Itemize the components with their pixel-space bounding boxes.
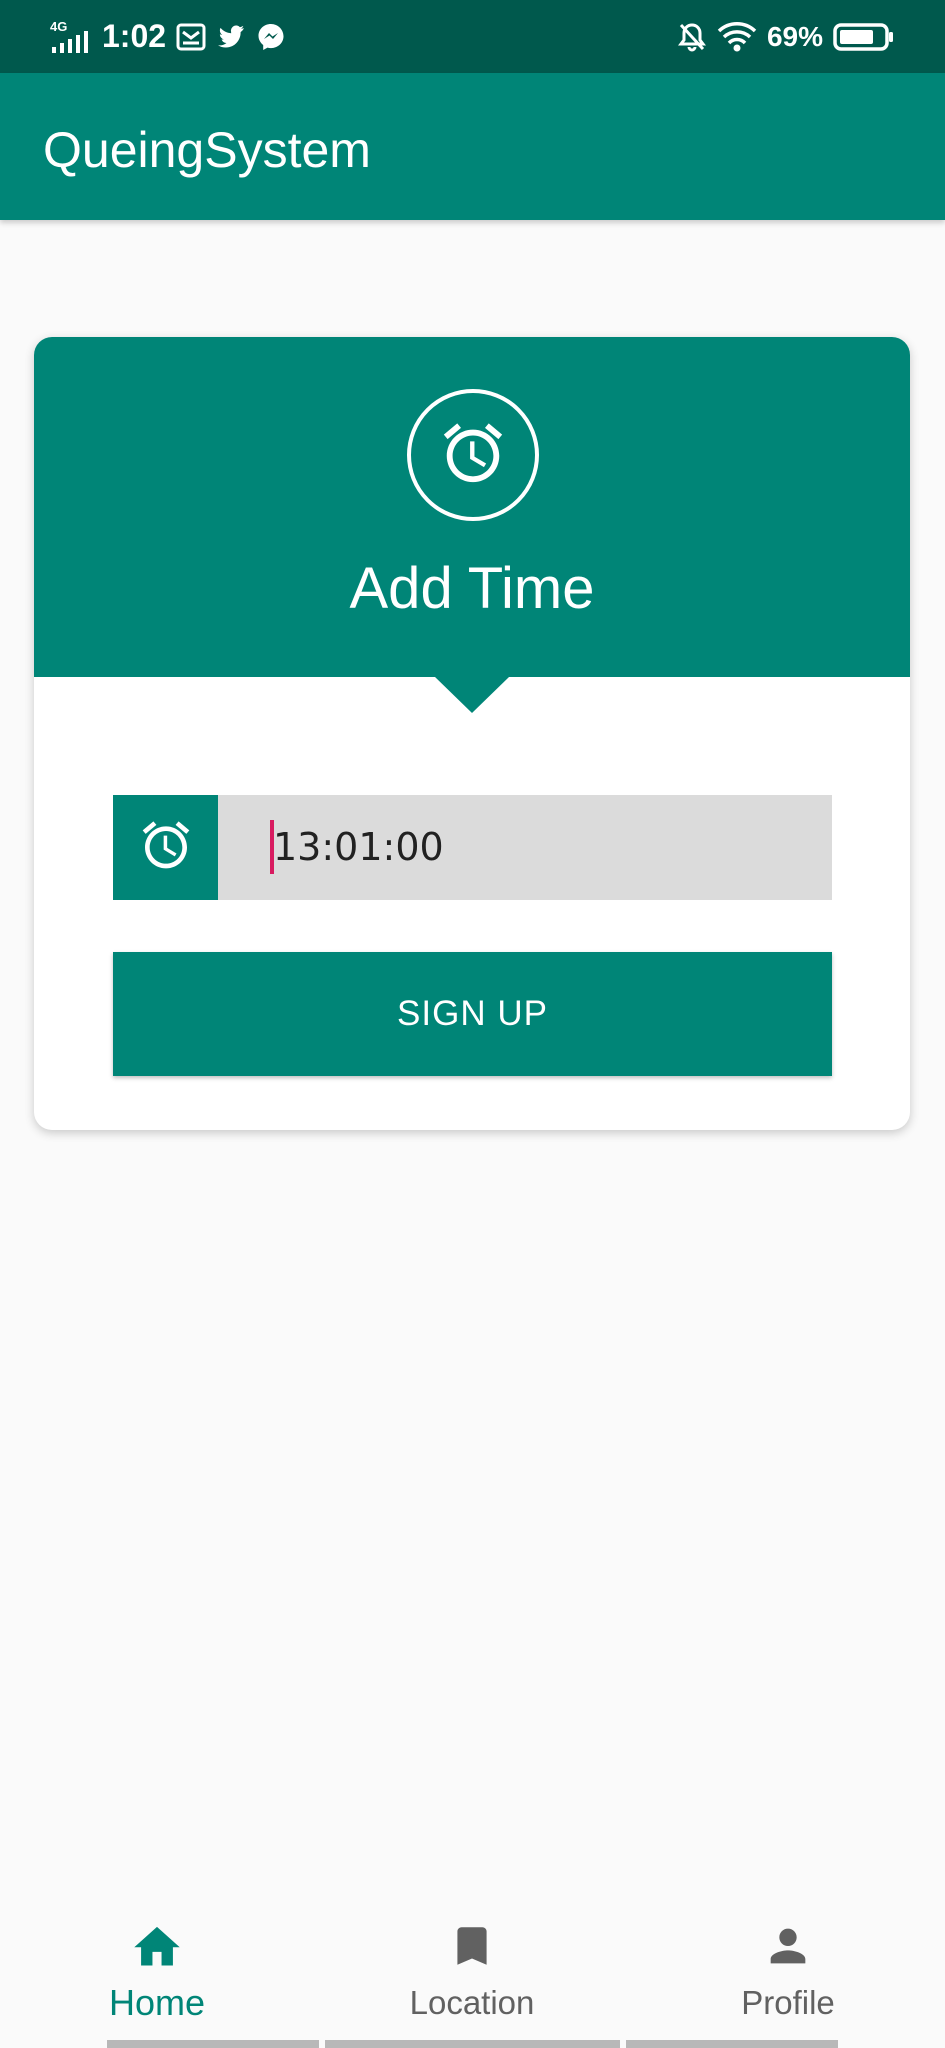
nav-label-home: Home xyxy=(108,1982,206,2023)
header-icon-circle xyxy=(407,389,539,521)
app-bar: QueingSystem xyxy=(0,73,945,220)
time-input-value[interactable]: 13:01:00 xyxy=(273,825,444,869)
card-title: Add Time xyxy=(349,556,595,621)
status-time: 1:02 xyxy=(102,18,167,54)
header-pointer-arrow xyxy=(434,676,510,713)
battery-percentage: 69% xyxy=(766,20,823,52)
mail-icon xyxy=(176,22,206,52)
nav-item-profile[interactable]: Profile xyxy=(688,1920,888,2030)
nav-indicator-strip xyxy=(626,2040,838,2048)
nav-indicator-strip xyxy=(107,2040,319,2048)
nav-label-location: Location xyxy=(409,1984,535,2021)
alarm-clock-icon xyxy=(138,817,194,878)
time-input-field[interactable]: 13:01:00 xyxy=(113,795,832,900)
bottom-navigation: Home Location Profile xyxy=(0,1905,945,2048)
sign-up-button[interactable]: SIGN UP xyxy=(113,952,832,1076)
wifi-icon xyxy=(717,21,757,53)
status-bar: 4G 1:02 69% xyxy=(0,0,945,73)
alarm-clock-icon xyxy=(438,418,508,493)
nav-item-home[interactable]: Home xyxy=(57,1920,257,2030)
app-title: QueingSystem xyxy=(43,122,371,178)
person-icon xyxy=(762,1920,814,1972)
add-time-card: Add Time 13:01:00 SIGN UP xyxy=(34,337,910,1130)
time-field-icon-box xyxy=(113,795,218,900)
battery-icon xyxy=(833,22,895,52)
nav-indicator-strip xyxy=(325,2040,620,2048)
cell-signal-icon: 4G xyxy=(50,17,92,57)
messenger-icon xyxy=(256,22,286,52)
status-bar-right: 69% xyxy=(677,0,895,73)
nav-item-location[interactable]: Location xyxy=(372,1920,572,2030)
bookmark-icon xyxy=(447,1920,497,1972)
card-header: Add Time xyxy=(34,337,910,677)
status-bar-left: 4G 1:02 xyxy=(50,0,286,73)
twitter-icon xyxy=(216,23,246,51)
home-icon xyxy=(129,1920,185,1970)
nav-label-profile: Profile xyxy=(741,1984,835,2021)
bell-off-icon xyxy=(677,21,707,53)
